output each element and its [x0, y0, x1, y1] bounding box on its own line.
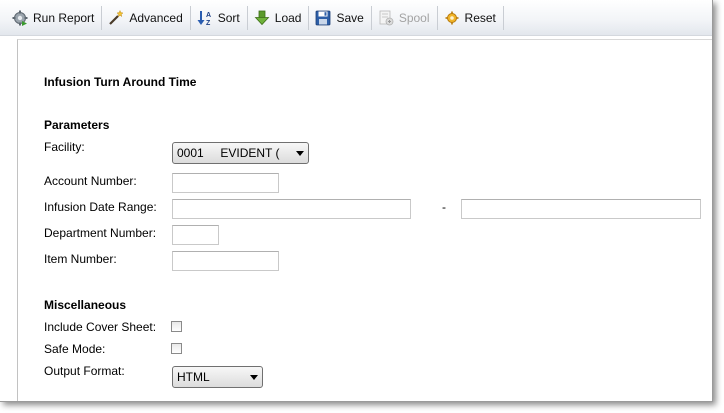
include-cover-sheet-checkbox[interactable]	[171, 321, 182, 332]
load-button[interactable]: Load	[248, 6, 310, 30]
facility-select-value: 0001 EVIDENT (	[177, 146, 280, 160]
infusion-date-range-label: Infusion Date Range:	[44, 200, 157, 214]
output-format-select[interactable]: HTML	[172, 366, 263, 388]
chevron-down-icon	[246, 374, 262, 380]
date-range-from-input[interactable]	[172, 199, 411, 219]
advanced-button[interactable]: Advanced	[102, 6, 191, 30]
spool-label: Spool	[398, 11, 430, 25]
reset-label: Reset	[464, 11, 496, 25]
magic-wand-icon	[108, 10, 124, 26]
safe-mode-label: Safe Mode:	[44, 342, 106, 356]
date-range-separator: -	[442, 200, 446, 214]
safe-mode-checkbox[interactable]	[171, 343, 182, 354]
report-form: Infusion Turn Around Time Parameters Fac…	[17, 39, 712, 401]
save-button[interactable]: Save	[309, 6, 372, 30]
toolbar: Run Report Advanced A Z Sort Load Save S…	[0, 0, 712, 36]
item-number-label: Item Number:	[44, 252, 117, 266]
output-format-value: HTML	[177, 370, 210, 384]
miscellaneous-heading: Miscellaneous	[44, 298, 127, 312]
account-number-label: Account Number:	[44, 174, 137, 188]
report-window: Run Report Advanced A Z Sort Load Save S…	[0, 0, 713, 402]
reset-icon	[444, 10, 460, 26]
sort-button[interactable]: A Z Sort	[191, 6, 248, 30]
gear-run-icon	[12, 10, 28, 26]
include-cover-sheet-label: Include Cover Sheet:	[44, 320, 157, 334]
svg-text:Z: Z	[206, 20, 211, 26]
parameters-heading: Parameters	[44, 118, 110, 132]
reset-button[interactable]: Reset	[438, 6, 504, 30]
report-title: Infusion Turn Around Time	[44, 75, 197, 89]
output-format-label: Output Format:	[44, 364, 125, 378]
item-number-input[interactable]	[172, 251, 279, 271]
spool-button[interactable]: Spool	[372, 6, 438, 30]
advanced-label: Advanced	[129, 11, 183, 25]
facility-label: Facility:	[44, 140, 85, 154]
department-number-input[interactable]	[172, 225, 219, 245]
sort-label: Sort	[217, 11, 240, 25]
svg-text:A: A	[206, 12, 211, 19]
chevron-down-icon	[292, 150, 308, 156]
date-range-to-input[interactable]	[461, 199, 701, 219]
run-report-button[interactable]: Run Report	[6, 6, 103, 30]
load-arrow-icon	[254, 10, 270, 26]
sort-icon: A Z	[197, 10, 213, 26]
account-number-input[interactable]	[172, 173, 279, 193]
save-label: Save	[336, 11, 364, 25]
floppy-disk-icon	[315, 10, 331, 26]
facility-select[interactable]: 0001 EVIDENT (	[172, 142, 309, 164]
department-number-label: Department Number:	[44, 226, 157, 240]
run-report-label: Run Report	[33, 11, 95, 25]
load-label: Load	[274, 11, 302, 25]
spool-icon	[378, 10, 394, 26]
